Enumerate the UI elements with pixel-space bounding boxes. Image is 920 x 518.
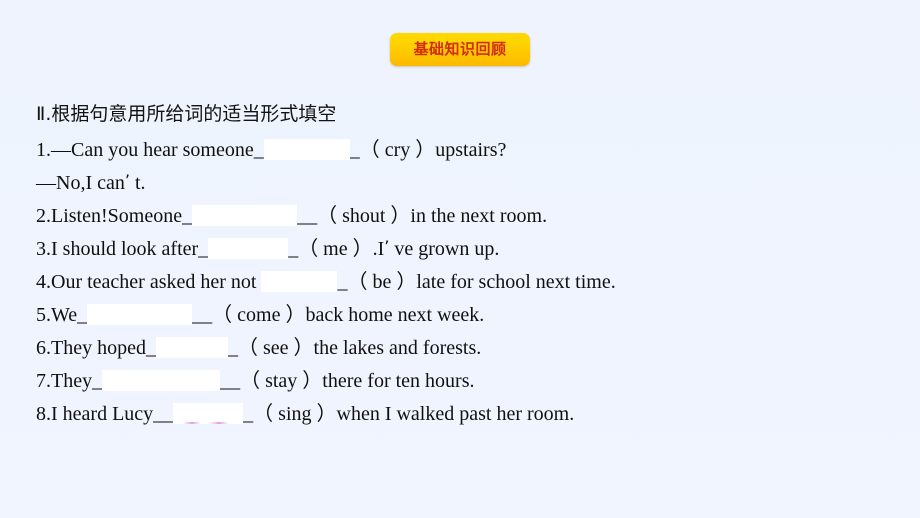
answer-blank-1[interactable] xyxy=(263,139,350,160)
answer-blank-5[interactable] xyxy=(87,304,193,325)
section-badge-label: 基础知识回顾 xyxy=(413,40,507,58)
question-text-after: __（ come ）back home next week. xyxy=(192,304,485,326)
question-text-after: _（ be ）late for school next time. xyxy=(337,271,616,293)
question-text-before: 5.We_ xyxy=(36,304,88,326)
exercise-content: Ⅱ.根据句意用所给词的适当形式填空 1.—Can you hear someon… xyxy=(36,100,896,431)
answer-blank-2[interactable] xyxy=(192,205,298,226)
answer-blank-6[interactable] xyxy=(155,337,228,358)
answer-blank-4[interactable] xyxy=(261,271,338,292)
question-line-8: 8.I heard Lucy__ _（ sing ）when I walked … xyxy=(36,398,896,431)
question-text-after: _（ see ）the lakes and forests. xyxy=(227,337,482,359)
question-text-before: 2.Listen!Someone_ xyxy=(36,205,193,227)
question-text-before: 3.I should look after_ xyxy=(36,238,209,260)
question-text-after: __（ stay ）there for ten hours. xyxy=(220,370,475,392)
slide-canvas: 基础知识回顾 Ⅱ.根据句意用所给词的适当形式填空 1.—Can you hear… xyxy=(0,0,920,518)
question-text-before: 4.Our teacher asked her not xyxy=(36,271,262,293)
answer-blank-8[interactable] xyxy=(173,403,244,424)
question-line-4: 4.Our teacher asked her not _（ be ）late … xyxy=(36,266,896,299)
answer-blank-7[interactable] xyxy=(102,370,221,391)
question-text-before: 6.They hoped_ xyxy=(36,337,156,359)
question-text-after: _（ me ）.I xyxy=(288,238,385,260)
question-text-tail: ve grown up. xyxy=(389,238,500,260)
question-line-3: 3.I should look after_ _（ me ）.I ’ ve gr… xyxy=(36,233,896,266)
question-line-7: 7.They_ __（ stay ）there for ten hours. xyxy=(36,365,896,398)
question-text-before: 1.—Can you hear someone_ xyxy=(36,139,264,161)
question-line-6: 6.They hoped_ _（ see ）the lakes and fore… xyxy=(36,332,896,365)
question-line-2: 2.Listen!Someone_ __（ shout ）in the next… xyxy=(36,200,896,233)
apostrophe-glyph: ’ xyxy=(384,237,390,256)
question-text-after: _（ cry ）upstairs? xyxy=(349,139,507,161)
reply-text-after: t. xyxy=(129,172,146,194)
apostrophe-glyph: ’ xyxy=(124,171,130,190)
question-line-1-reply: —No,I can ’ t. xyxy=(36,167,896,200)
question-text-before: 8.I heard Lucy__ xyxy=(36,403,174,425)
question-text-after: __（ shout ）in the next room. xyxy=(297,205,548,227)
question-line-1: 1.—Can you hear someone_ _（ cry ）upstair… xyxy=(36,134,896,167)
page-title: Ⅱ.根据句意用所给词的适当形式填空 xyxy=(36,103,337,125)
badge-row: 基础知识回顾 xyxy=(0,33,920,66)
question-line-5: 5.We_ __（ come ）back home next week. xyxy=(36,299,896,332)
question-text-after: _（ sing ）when I walked past her room. xyxy=(243,403,575,425)
reply-text-before: —No,I can xyxy=(36,172,125,194)
section-badge: 基础知识回顾 xyxy=(390,33,530,66)
answer-blank-3[interactable] xyxy=(208,238,289,259)
question-text-before: 7.They_ xyxy=(36,370,103,392)
